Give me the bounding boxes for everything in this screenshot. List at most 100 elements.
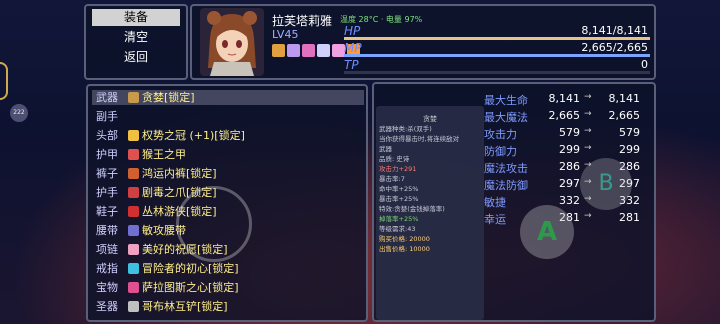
menu-item-back[interactable]: 返回 <box>92 49 180 66</box>
item-description-lines: 武器种类:杀(双手) 当你获得暴击时,将连续敌对 武器品质: 史诗 攻击力+291 暴击… <box>376 124 484 254</box>
description-line: 武器 <box>379 145 392 153</box>
mp-value: 2,665/2,665 <box>581 41 648 54</box>
tp-bar <box>344 71 650 74</box>
description-line: 暴击率+25% <box>379 195 419 203</box>
quick-button[interactable]: 222 <box>10 104 28 122</box>
description-line: 当你获得暴击时,将连续敌对 <box>379 135 460 143</box>
equipment-name: 萨拉图斯之心[锁定] <box>142 281 239 294</box>
mp-row: MP 2,665/2,665 <box>344 41 650 57</box>
attribute-label: 攻击力 <box>484 128 517 141</box>
description-line: 等级需求:43 <box>379 225 416 233</box>
attribute-new: 2,665 <box>608 109 641 122</box>
claw-icon <box>128 187 139 198</box>
equipment-slot-row[interactable]: 武器 贪婪[锁定] <box>92 90 364 105</box>
equipment-slot-row[interactable]: 副手 <box>92 109 364 124</box>
hp-row: HP 8,141/8,141 <box>344 24 650 40</box>
equipment-name: 哥布林互铲[锁定] <box>142 300 228 313</box>
equipment-slot-row[interactable]: 圣器 哥布林互铲[锁定] <box>92 299 364 314</box>
boots-icon <box>128 206 139 217</box>
attribute-label: 最大魔法 <box>484 111 528 124</box>
pants-icon <box>128 168 139 179</box>
attribute-row: 防御力 299 → 299 <box>484 143 650 159</box>
menu-item-clear[interactable]: 清空 <box>92 29 180 46</box>
description-line: 暴击率:7 <box>379 175 405 183</box>
character-portrait <box>200 8 264 76</box>
slot-label: 圣器 <box>96 300 118 313</box>
equipment-name: 权势之冠 (+1)[锁定] <box>142 129 245 142</box>
equipment-name: 贪婪[锁定] <box>142 91 195 104</box>
attribute-current: 8,141 <box>548 92 581 105</box>
slot-label: 护甲 <box>96 148 118 161</box>
slot-label: 副手 <box>96 110 118 123</box>
ring-icon <box>128 263 139 274</box>
arrow-right-icon: → <box>584 109 592 119</box>
attribute-row: 最大魔法 2,665 → 2,665 <box>484 109 650 125</box>
character-status-panel: 拉芙塔莉雅 温度 28°C · 电量 97% LV45 HP 8,141/8,1… <box>190 4 656 80</box>
slot-label: 项链 <box>96 243 118 256</box>
tp-label: TP <box>344 58 359 72</box>
virtual-joystick[interactable] <box>176 186 252 262</box>
armor-icon <box>128 149 139 160</box>
arrow-right-icon: → <box>584 92 592 102</box>
b-button[interactable]: B <box>580 158 632 210</box>
description-line: 购买价格: 20000 <box>379 235 430 243</box>
hp-bar-fill <box>344 37 650 40</box>
command-menu: 装备 清空 返回 <box>84 4 188 80</box>
side-menu-handle[interactable] <box>0 62 8 100</box>
belt-icon <box>128 225 139 236</box>
mp-bar <box>344 54 650 57</box>
treasure-icon <box>128 282 139 293</box>
attribute-new: 281 <box>619 211 640 224</box>
scroll-icon <box>317 44 330 57</box>
attribute-current: 2,665 <box>548 109 581 122</box>
a-button[interactable]: A <box>520 205 574 259</box>
arrow-right-icon: → <box>584 126 592 136</box>
equipment-slot-row[interactable]: 戒指 冒险者的初心[锁定] <box>92 261 364 276</box>
equipment-name: 冒险者的初心[锁定] <box>142 262 239 275</box>
attribute-label: 魔法防御 <box>484 179 528 192</box>
description-line: 武器种类:杀(双手) <box>379 125 432 133</box>
attribute-new: 579 <box>619 126 640 139</box>
equipment-name: 猴王之甲 <box>142 148 186 161</box>
slot-label: 鞋子 <box>96 205 118 218</box>
equipment-slot-row[interactable]: 护甲 猴王之甲 <box>92 147 364 162</box>
menu-item-equip[interactable]: 装备 <box>92 9 180 26</box>
item-description: 贪婪 武器种类:杀(双手) 当你获得暴击时,将连续敌对 武器品质: 史诗 攻击力+29… <box>376 106 484 320</box>
slot-label: 腰带 <box>96 224 118 237</box>
relic-icon <box>128 301 139 312</box>
slot-label: 裤子 <box>96 167 118 180</box>
mp-label: MP <box>344 41 362 55</box>
attribute-label: 防御力 <box>484 145 517 158</box>
equipment-slot-row[interactable]: 裤子 鸿运内裤[锁定] <box>92 166 364 181</box>
description-line: 品质: 史诗 <box>379 155 410 163</box>
tiger-icon <box>272 44 285 57</box>
attribute-label: 魔法攻击 <box>484 162 528 175</box>
attribute-current: 299 <box>559 143 580 156</box>
hp-label: HP <box>344 24 361 38</box>
sheep-icon <box>287 44 300 57</box>
slot-label: 护手 <box>96 186 118 199</box>
attribute-current: 286 <box>559 160 580 173</box>
description-line: 命中率+25% <box>379 185 419 193</box>
attribute-current: 579 <box>559 126 580 139</box>
equipment-name: 鸿运内裤[锁定] <box>142 167 217 180</box>
attribute-row: 最大生命 8,141 → 8,141 <box>484 92 650 108</box>
equipment-slot-row[interactable]: 宝物 萨拉图斯之心[锁定] <box>92 280 364 295</box>
slot-label: 头部 <box>96 129 118 142</box>
description-line: 掉落率+25% <box>379 215 419 223</box>
equipment-slot-row[interactable]: 头部 权势之冠 (+1)[锁定] <box>92 128 364 143</box>
attribute-row: 攻击力 579 → 579 <box>484 126 650 142</box>
slot-label: 戒指 <box>96 262 118 275</box>
slot-label: 武器 <box>96 91 118 104</box>
item-title: 贪婪 <box>423 115 437 123</box>
hp-value: 8,141/8,141 <box>581 24 648 37</box>
attribute-current: 297 <box>559 177 580 190</box>
tp-value: 0 <box>641 58 648 71</box>
description-line: 攻击力+291 <box>379 165 417 173</box>
attribute-label: 最大生命 <box>484 94 528 107</box>
necklace-icon <box>128 244 139 255</box>
slot-label: 宝物 <box>96 281 118 294</box>
attribute-new: 299 <box>619 143 640 156</box>
tp-row: TP 0 <box>344 58 650 74</box>
crown-icon <box>128 130 139 141</box>
